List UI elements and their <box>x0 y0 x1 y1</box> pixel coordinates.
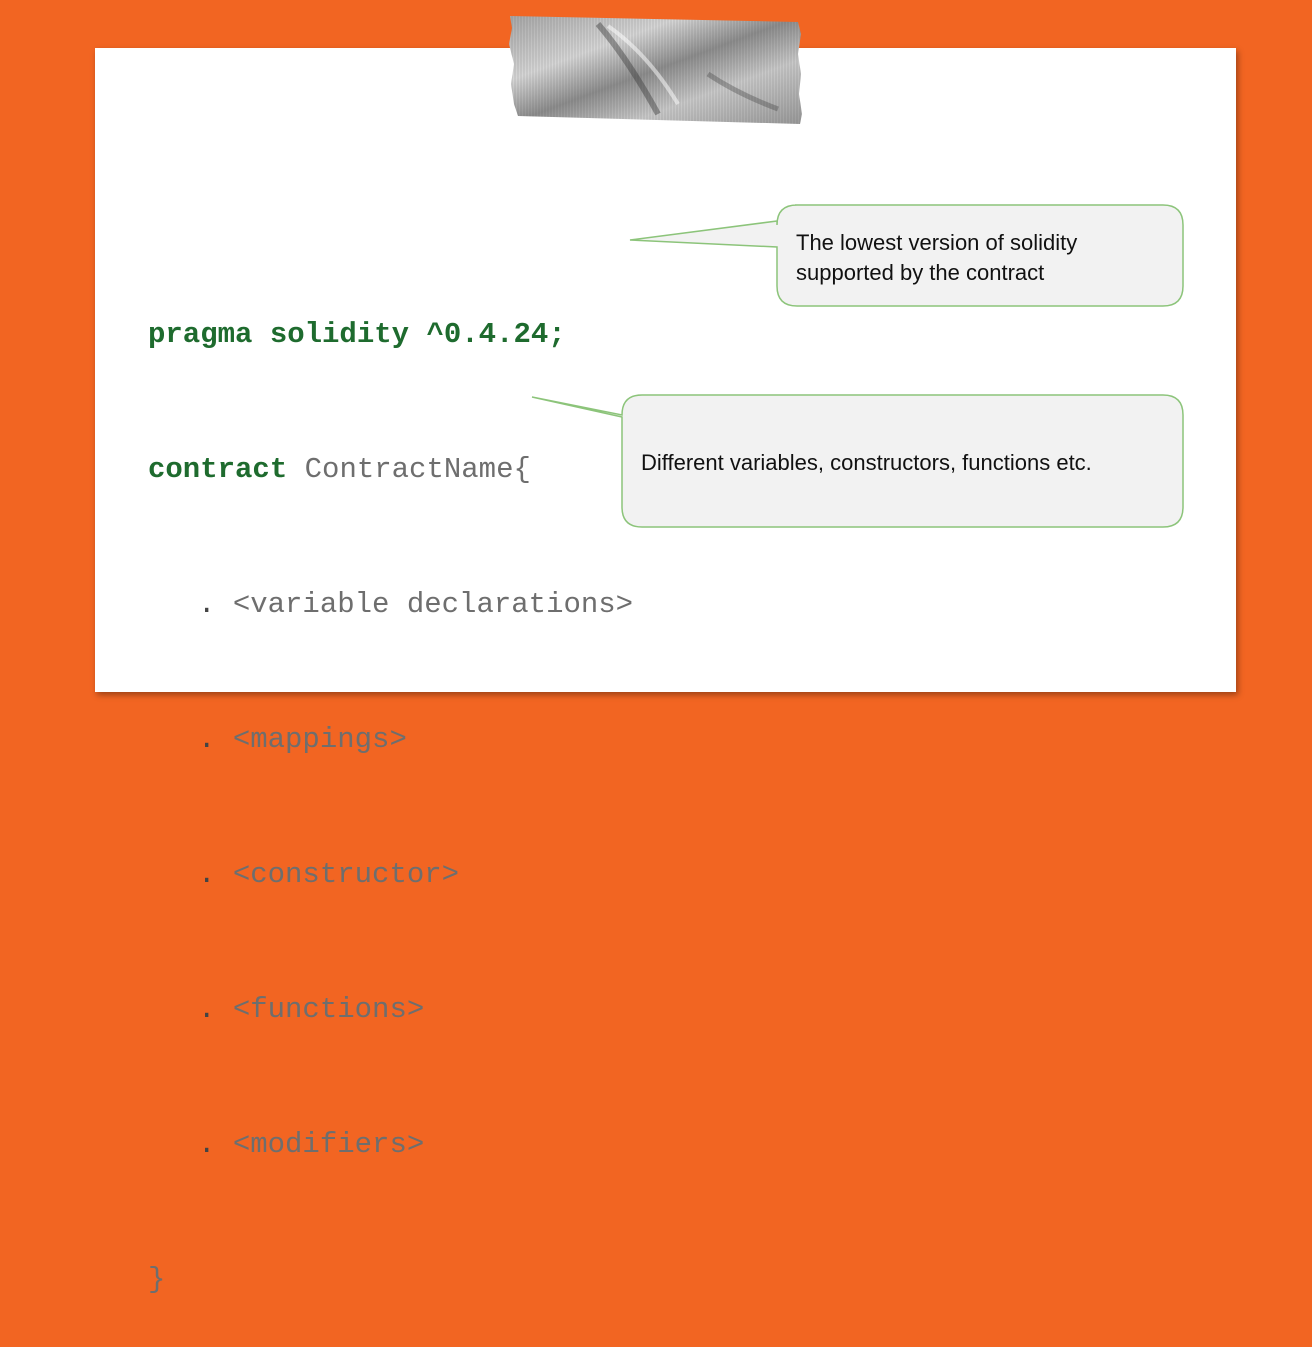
version-callout-text: The lowest version of solidity supported… <box>796 228 1166 288</box>
code-item-label: <functions> <box>232 993 425 1026</box>
bullet-dot: . <box>198 588 216 621</box>
bullet-dot: . <box>198 993 216 1026</box>
pragma-line: pragma solidity ^0.4.24; <box>148 318 566 351</box>
code-item-label: <modifiers> <box>232 1128 425 1161</box>
code-item-modifiers: . <modifiers> <box>148 1122 633 1167</box>
code-item-label: <constructor> <box>232 858 460 891</box>
bullet-dot: . <box>198 1128 216 1161</box>
code-item-variable-declarations: . <variable declarations> <box>148 582 633 627</box>
contract-declaration: contract ContractName{ <box>148 447 633 492</box>
solidity-code-block: pragma solidity ^0.4.24; contract Contra… <box>148 222 633 1347</box>
duct-tape-decoration <box>509 16 802 124</box>
code-item-label: <variable declarations> <box>232 588 634 621</box>
code-item-functions: . <functions> <box>148 987 633 1032</box>
contract-name: ContractName{ <box>287 453 531 486</box>
bullet-dot: . <box>198 723 216 756</box>
version-callout-line2: supported by the contract <box>796 260 1045 285</box>
contract-keyword: contract <box>148 453 288 486</box>
code-item-constructor: . <constructor> <box>148 852 633 897</box>
version-callout-line1: The lowest version of solidity <box>796 230 1078 255</box>
code-item-mappings: . <mappings> <box>148 717 633 762</box>
bullet-dot: . <box>198 858 216 891</box>
members-callout-text: Different variables, constructors, funct… <box>641 450 1092 475</box>
closing-brace: } <box>148 1263 166 1296</box>
code-item-label: <mappings> <box>232 723 407 756</box>
